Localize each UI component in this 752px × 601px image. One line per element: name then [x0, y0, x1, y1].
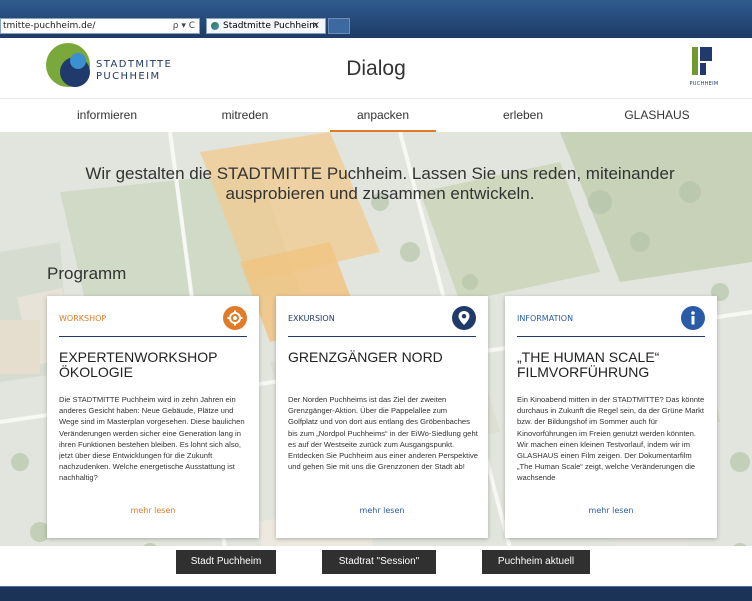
page-title: Dialog — [346, 57, 406, 80]
card-description: Der Norden Puchheims ist das Ziel der zw… — [288, 395, 478, 472]
nav-item-mitreden[interactable]: mitreden — [192, 99, 298, 131]
card-category: INFORMATION — [517, 314, 574, 323]
read-more-link[interactable]: mehr lesen — [505, 506, 717, 515]
card-divider — [517, 336, 705, 337]
footer-links: Stadt Puchheim Stadtrat "Session" Puchhe… — [0, 546, 752, 586]
puchheim-logo[interactable]: PUCHHEIM — [686, 47, 722, 89]
location-pin-icon — [452, 306, 476, 330]
browser-toolbar: tmitte-puchheim.de/ ρ ▾ C Stadtmitte Puc… — [0, 0, 752, 38]
hero-tagline: Wir gestalten die STADTMITTE Puchheim. L… — [85, 164, 675, 203]
nav-item-anpacken[interactable]: anpacken — [330, 99, 436, 132]
info-icon — [681, 306, 705, 330]
card-title[interactable]: „THE HUMAN SCALE“ FILMVORFÜHRUNG — [517, 350, 707, 380]
site-header: STADTMITTE PUCHHEIM Dialog PUCHHEIM — [0, 38, 752, 98]
read-more-link[interactable]: mehr lesen — [276, 506, 488, 515]
stadt-puchheim-button[interactable]: Stadt Puchheim — [176, 550, 276, 574]
gear-icon — [223, 306, 247, 330]
tab-title: Stadtmitte Puchheim — [223, 21, 318, 31]
web-page: STADTMITTE PUCHHEIM Dialog PUCHHEIM info… — [0, 38, 752, 586]
browser-tab[interactable]: Stadtmitte Puchheim × — [206, 18, 326, 34]
program-card-information[interactable]: INFORMATION „THE HUMAN SCALE“ FILMVORFÜH… — [505, 296, 717, 538]
program-card-exkursion[interactable]: EXKURSION GRENZGÄNGER NORD Der Norden Pu… — [276, 296, 488, 538]
card-description: Ein Kinoabend mitten in der STADTMITTE? … — [517, 395, 705, 482]
address-bar-icons[interactable]: ρ ▾ C — [173, 19, 195, 33]
address-text: tmitte-puchheim.de/ — [3, 21, 96, 31]
os-taskbar — [0, 586, 752, 601]
program-heading: Programm — [47, 264, 127, 283]
card-category: EXKURSION — [288, 314, 335, 323]
program-card-workshop[interactable]: WORKSHOP EXPERTENWORKSHOP ÖKOLOGIE Die S… — [47, 296, 259, 538]
favicon-icon — [211, 22, 219, 30]
puchheim-logo-text: PUCHHEIM — [689, 81, 719, 87]
hero-section: Wir gestalten die STADTMITTE Puchheim. L… — [0, 132, 752, 586]
nav-item-informieren[interactable]: informieren — [54, 99, 160, 131]
address-bar[interactable]: tmitte-puchheim.de/ ρ ▾ C — [0, 18, 200, 34]
nav-item-glashaus[interactable]: GLASHAUS — [604, 99, 710, 131]
card-description: Die STADTMITTE Puchheim wird in zehn Jah… — [59, 395, 245, 482]
tab-close-icon[interactable]: × — [312, 19, 320, 33]
card-divider — [288, 336, 476, 337]
main-navigation: informieren mitreden anpacken erleben GL… — [0, 98, 752, 133]
stadtrat-session-button[interactable]: Stadtrat "Session" — [322, 550, 436, 574]
card-divider — [59, 336, 247, 337]
card-category: WORKSHOP — [59, 314, 107, 323]
new-tab-button[interactable] — [328, 18, 350, 34]
read-more-link[interactable]: mehr lesen — [47, 506, 259, 515]
puchheim-aktuell-button[interactable]: Puchheim aktuell — [482, 550, 590, 574]
card-title[interactable]: EXPERTENWORKSHOP ÖKOLOGIE — [59, 350, 249, 380]
nav-item-erleben[interactable]: erleben — [470, 99, 576, 131]
card-title[interactable]: GRENZGÄNGER NORD — [288, 350, 478, 365]
